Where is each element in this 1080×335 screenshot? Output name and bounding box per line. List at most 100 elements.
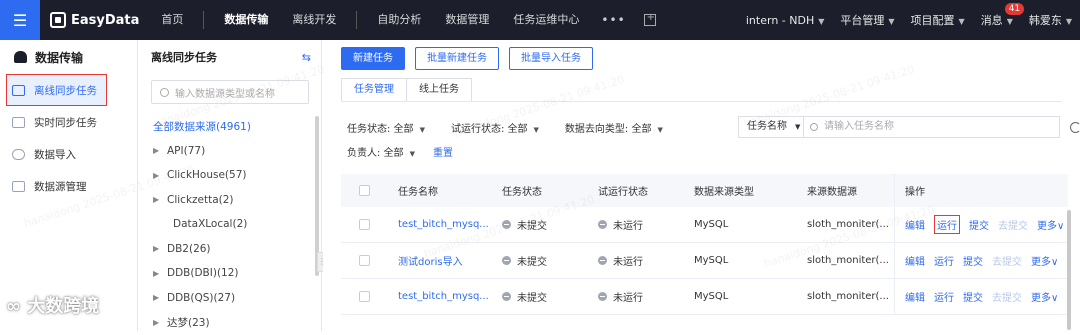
- batch-new-task-button[interactable]: 批量新建任务: [415, 47, 499, 70]
- more-actions-button[interactable]: 更多∨: [1031, 289, 1058, 304]
- search-field-select[interactable]: 任务名称 ▼: [738, 116, 804, 138]
- tab-online-tasks[interactable]: 线上任务: [406, 78, 472, 102]
- table-scrollbar[interactable]: [1067, 210, 1071, 330]
- nav-home[interactable]: 首页: [149, 0, 195, 40]
- tree-item[interactable]: ▶ API(77): [139, 139, 321, 164]
- run-button[interactable]: 运行: [934, 289, 954, 304]
- nav-self-analysis[interactable]: 自助分析: [365, 0, 433, 40]
- main-content: 新建任务 批量新建任务 批量导入任务 任务管理 线上任务 任务状态: 全部 ▼ 试…: [323, 40, 1080, 331]
- trial-status-text: 未运行: [613, 293, 643, 304]
- row-checkbox-cell: [341, 291, 398, 302]
- more-actions-button[interactable]: 更多∨: [1031, 253, 1058, 268]
- submit-button[interactable]: 提交: [963, 253, 983, 268]
- table-header: 任务名称 任务状态 试运行状态 数据来源类型 来源数据源 操作: [341, 174, 1068, 207]
- tree-item[interactable]: DataXLocal(2): [139, 212, 321, 237]
- chart-icon: [12, 84, 25, 96]
- user-menu[interactable]: 韩爱东 ▼: [1029, 12, 1072, 28]
- nav-offline-dev[interactable]: 离线开发: [280, 0, 348, 40]
- run-button[interactable]: 运行: [934, 253, 954, 268]
- edit-button[interactable]: 编辑: [905, 289, 925, 304]
- sidebar-item-datasource-management[interactable]: 数据源管理: [0, 170, 137, 202]
- tree-item[interactable]: ▶ Clickzetta(2): [139, 188, 321, 213]
- task-name-link[interactable]: test_bitch_mysq...: [398, 291, 502, 302]
- filter-bar-second-row: 负责人: 全部 ▼ 重置: [347, 144, 453, 159]
- sidebar-item-data-import[interactable]: 数据导入: [0, 138, 137, 170]
- row-checkbox[interactable]: [359, 291, 370, 302]
- top-navigation-bar: ☰ EasyData 首页 数据传输 离线开发 自助分析 数据管理 任务运维中心…: [0, 0, 1080, 40]
- menu-icon[interactable]: ☰: [0, 0, 40, 40]
- tree-item[interactable]: ▶ ClickHouse(57): [139, 163, 321, 188]
- tree-item[interactable]: ▶ DDB(QS)(27): [139, 286, 321, 311]
- more-label: 更多: [1031, 293, 1051, 304]
- project-menu[interactable]: 项目配置 ▼: [911, 12, 965, 28]
- chevron-down-icon: ▼: [657, 126, 663, 134]
- collapse-icon[interactable]: ⇆: [302, 51, 311, 64]
- batch-import-task-button[interactable]: 批量导入任务: [509, 47, 593, 70]
- task-status-filter[interactable]: 任务状态: 全部 ▼: [347, 120, 425, 135]
- trial-status-filter[interactable]: 试运行状态: 全部 ▼: [451, 120, 539, 135]
- task-name-link[interactable]: test_bitch_mysq...: [398, 219, 502, 230]
- tab-task-management[interactable]: 任务管理: [341, 78, 407, 102]
- caret-right-icon: ▶: [153, 317, 160, 327]
- row-checkbox[interactable]: [359, 255, 370, 266]
- task-name-link[interactable]: 测试doris导入: [398, 253, 502, 268]
- task-tabs: 任务管理 线上任务: [341, 78, 472, 102]
- workspace-label: intern - NDH: [745, 13, 815, 27]
- row-checkbox[interactable]: [359, 219, 370, 230]
- filter-label: 试运行状态: 全部: [450, 124, 528, 135]
- calendar-icon: [12, 116, 25, 128]
- tree-item-all-sources[interactable]: 全部数据来源(4961): [139, 114, 321, 139]
- submit-button[interactable]: 提交: [963, 289, 983, 304]
- withdraw-button: 去提交: [992, 293, 1022, 304]
- status-minus-icon: [502, 220, 511, 229]
- tree-item[interactable]: ▶ DDB(DBI)(12): [139, 261, 321, 286]
- task-status-text: 未提交: [517, 293, 547, 304]
- filter-bar: 任务状态: 全部 ▼ 试运行状态: 全部 ▼ 数据去向类型: 全部 ▼: [347, 120, 689, 135]
- chevron-down-icon: ▼: [533, 126, 539, 134]
- nav-data-transfer[interactable]: 数据传输: [212, 0, 280, 40]
- trial-status-text: 未运行: [613, 221, 643, 232]
- more-label: 更多: [1031, 257, 1051, 268]
- header-actions: 操作: [894, 174, 1068, 207]
- sidebar-title-text: 数据传输: [35, 50, 84, 65]
- submit-button[interactable]: 提交: [969, 217, 989, 232]
- sidebar-item-offline-sync[interactable]: 离线同步任务: [6, 74, 107, 106]
- project-label: 项目配置: [910, 14, 955, 27]
- destination-type-filter[interactable]: 数据去向类型: 全部 ▼: [565, 120, 663, 135]
- brand-watermark-text: 大数跨境: [27, 296, 100, 317]
- source-type-cell: MySQL: [694, 219, 729, 230]
- table-row: test_bitch_mysq... 未提交 未运行 MySQL sloth_m…: [341, 207, 1068, 243]
- app-logo[interactable]: EasyData: [50, 12, 139, 28]
- tree-item-label: 达梦(23): [167, 316, 210, 329]
- sidebar-item-label: 数据导入: [34, 148, 76, 161]
- add-tab-icon[interactable]: [643, 12, 656, 26]
- nav-more-icon[interactable]: •••: [591, 13, 635, 27]
- sidebar-item-realtime-sync[interactable]: 实时同步任务: [0, 106, 137, 138]
- edit-button[interactable]: 编辑: [905, 217, 925, 232]
- edit-button[interactable]: 编辑: [905, 253, 925, 268]
- reset-button[interactable]: 重置: [433, 144, 453, 159]
- more-actions-button[interactable]: 更多∨: [1037, 217, 1064, 232]
- header-source-datasource: 来源数据源: [807, 187, 857, 198]
- tree-item-label: API(77): [167, 144, 206, 157]
- message-count-badge: 41: [1004, 3, 1025, 15]
- tree-item[interactable]: ▶ DB2(26): [139, 237, 321, 262]
- refresh-icon[interactable]: [1070, 121, 1080, 133]
- nav-data-management[interactable]: 数据管理: [433, 0, 501, 40]
- header-task-status: 任务状态: [502, 187, 542, 198]
- select-all-checkbox[interactable]: [359, 185, 370, 196]
- owner-filter[interactable]: 负责人: 全部 ▼: [347, 144, 415, 159]
- tree-search-input[interactable]: 输入数据源类型或名称: [151, 80, 309, 104]
- nav-ops-center[interactable]: 任务运维中心: [501, 0, 591, 40]
- caret-right-icon: ▶: [153, 244, 160, 254]
- tree-item-label: DB2(26): [167, 242, 211, 255]
- task-name-search-input[interactable]: 请输入任务名称: [804, 116, 1060, 138]
- platform-menu[interactable]: 平台管理 ▼: [840, 12, 894, 28]
- workspace-selector[interactable]: intern - NDH ▼: [746, 14, 825, 27]
- new-task-button[interactable]: 新建任务: [341, 47, 405, 70]
- search-field-label: 任务名称: [747, 121, 787, 132]
- messages-menu[interactable]: 消息 ▼ 41: [981, 3, 1025, 28]
- tree-item-label: ClickHouse(57): [167, 169, 247, 182]
- sidebar-item-label: 数据源管理: [34, 180, 87, 193]
- run-button[interactable]: 运行: [934, 215, 960, 234]
